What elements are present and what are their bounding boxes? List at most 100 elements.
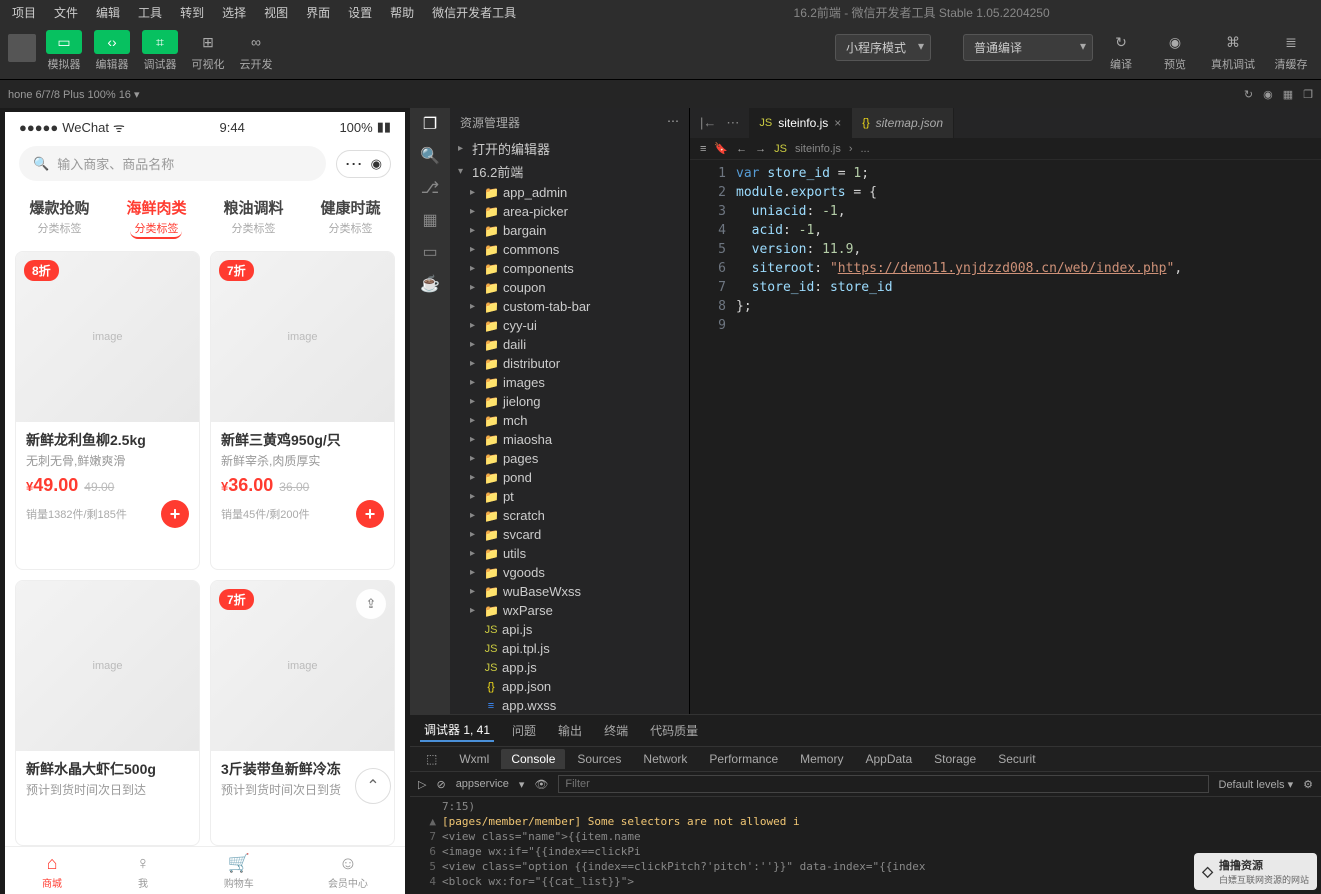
toolbar-button[interactable]: ∞云开发 (234, 28, 278, 74)
list-icon[interactable]: ≡ (700, 143, 706, 155)
devtools-panel[interactable]: Console (501, 749, 565, 769)
debug-icon[interactable]: ▭ (422, 242, 437, 262)
product-card[interactable]: 7折image⇪3斤装带鱼新鲜冷冻预计到货时间次日到货 (210, 580, 395, 846)
search-icon[interactable]: 🔍 (420, 146, 440, 166)
devtools-panel[interactable]: Memory (790, 749, 853, 769)
menu-item[interactable]: 视图 (256, 2, 296, 23)
devtools-panel[interactable]: AppData (855, 749, 922, 769)
tree-file[interactable]: JSapi.js (450, 620, 689, 639)
code-editor[interactable]: 123456789 var store_id = 1;module.export… (690, 160, 1321, 714)
tree-folder[interactable]: ▸📁images (450, 373, 689, 392)
search-input[interactable]: 🔍 输入商家、商品名称 (19, 146, 326, 181)
levels-dropdown[interactable]: Default levels ▾ (1219, 778, 1294, 791)
debugger-tab[interactable]: 输出 (554, 720, 586, 741)
tree-folder[interactable]: ▸📁coupon (450, 278, 689, 297)
product-card[interactable]: image新鲜水晶大虾仁500g预计到货时间次日到达 (15, 580, 200, 846)
tree-folder[interactable]: ▸📁bargain (450, 221, 689, 240)
menu-item[interactable]: 帮助 (382, 2, 422, 23)
tree-folder[interactable]: ▸📁custom-tab-bar (450, 297, 689, 316)
split-icon[interactable]: |← (700, 115, 716, 131)
debugger-tab[interactable]: 终端 (600, 720, 632, 741)
branch-icon[interactable]: ⎇ (421, 178, 439, 198)
menu-item[interactable]: 文件 (46, 2, 86, 23)
toolbar-button[interactable]: ⊞可视化 (186, 28, 230, 74)
tree-folder[interactable]: ▸📁cyy-ui (450, 316, 689, 335)
target-icon[interactable]: ◉ (371, 156, 382, 172)
devtools-panel[interactable]: Wxml (449, 749, 499, 769)
tree-folder[interactable]: ▸📁commons (450, 240, 689, 259)
devtools-panel[interactable]: Network (633, 749, 697, 769)
tree-folder[interactable]: ▸📁pages (450, 449, 689, 468)
menu-item[interactable]: 编辑 (88, 2, 128, 23)
toolbar-button[interactable]: ⌘真机调试 (1207, 28, 1259, 74)
toolbar-button[interactable]: ‹›编辑器 (90, 28, 134, 74)
tree-folder[interactable]: ▸📁wuBaseWxss (450, 582, 689, 601)
share-icon[interactable]: ⇪ (356, 589, 386, 619)
nav-back-icon[interactable]: ← (736, 143, 747, 155)
add-button[interactable]: + (356, 500, 384, 528)
toolbar-button[interactable]: ◉预览 (1153, 28, 1197, 74)
refresh-icon[interactable]: ↻ (1244, 88, 1253, 101)
debugger-tab[interactable]: 调试器 1, 41 (420, 719, 494, 742)
tree-folder[interactable]: ▸📁wxParse (450, 601, 689, 620)
explorer-icon[interactable]: ❐ (423, 114, 437, 134)
category-tab[interactable]: 健康时蔬分类标签 (320, 197, 380, 239)
toolbar-button[interactable]: ▭模拟器 (42, 28, 86, 74)
more-icon[interactable]: ⋯ (345, 155, 363, 173)
terminal-icon[interactable]: ☕ (420, 274, 440, 294)
menu-item[interactable]: 选择 (214, 2, 254, 23)
capsule[interactable]: ⋯ ◉ (336, 150, 391, 178)
grid-icon[interactable]: ▦ (1283, 88, 1293, 101)
menu-item[interactable]: 项目 (4, 2, 44, 23)
editor-tab[interactable]: JSsiteinfo.js× (749, 108, 852, 138)
tree-section[interactable]: ▸打开的编辑器 (450, 137, 689, 160)
tree-file[interactable]: JSapp.js (450, 658, 689, 677)
menu-item[interactable]: 工具 (130, 2, 170, 23)
tree-root[interactable]: ▾16.2前端 (450, 160, 689, 183)
devtools-panel[interactable]: Performance (699, 749, 788, 769)
tree-folder[interactable]: ▸📁area-picker (450, 202, 689, 221)
tree-folder[interactable]: ▸📁vgoods (450, 563, 689, 582)
scroll-top-button[interactable]: ⌃ (355, 768, 391, 804)
extensions-icon[interactable]: ▦ (422, 210, 437, 230)
bookmark-icon[interactable]: 🔖 (714, 142, 728, 155)
product-card[interactable]: 7折image新鲜三黄鸡950g/只新鲜宰杀,肉质厚实36.0036.00销量4… (210, 251, 395, 570)
product-card[interactable]: 8折image新鲜龙利鱼柳2.5kg无刺无骨,鲜嫩爽滑49.0049.00销量1… (15, 251, 200, 570)
context-dropdown[interactable]: appservice (456, 778, 509, 790)
tree-folder[interactable]: ▸📁mch (450, 411, 689, 430)
mode-dropdown[interactable]: 小程序模式 (835, 34, 931, 61)
record-icon[interactable]: ◉ (1263, 88, 1273, 101)
avatar[interactable] (8, 34, 36, 62)
tree-folder[interactable]: ▸📁utils (450, 544, 689, 563)
nav-item[interactable]: ⌂商城 (42, 853, 62, 890)
tree-folder[interactable]: ▸📁pt (450, 487, 689, 506)
nav-fwd-icon[interactable]: → (755, 143, 766, 155)
debugger-tab[interactable]: 代码质量 (646, 720, 702, 741)
toolbar-button[interactable]: ≣清缓存 (1269, 28, 1313, 74)
more-icon[interactable]: ⋯ (667, 114, 679, 131)
stop-icon[interactable]: ▷ (418, 778, 426, 791)
tree-folder[interactable]: ▸📁jielong (450, 392, 689, 411)
tree-folder[interactable]: ▸📁pond (450, 468, 689, 487)
tree-folder[interactable]: ▸📁app_admin (450, 183, 689, 202)
devtools-panel[interactable]: Storage (924, 749, 986, 769)
toolbar-button[interactable]: ↻编译 (1099, 28, 1143, 74)
tree-folder[interactable]: ▸📁distributor (450, 354, 689, 373)
settings-icon[interactable]: ⚙ (1303, 778, 1313, 791)
toolbar-button[interactable]: ⌗调试器 (138, 28, 182, 74)
tree-folder[interactable]: ▸📁miaosha (450, 430, 689, 449)
eye-icon[interactable]: 👁 (534, 778, 548, 791)
category-tab[interactable]: 粮油调料分类标签 (223, 197, 283, 239)
devtools-panel[interactable]: Sources (567, 749, 631, 769)
tree-folder[interactable]: ▸📁daili (450, 335, 689, 354)
nav-item[interactable]: 🛒购物车 (224, 853, 254, 890)
inspect-icon[interactable]: ⬚ (416, 749, 447, 769)
compile-dropdown[interactable]: 普通编译 (963, 34, 1093, 61)
device-label[interactable]: hone 6/7/8 Plus 100% 16 ▾ (8, 88, 140, 101)
window-icon[interactable]: ❐ (1303, 88, 1313, 101)
tree-folder[interactable]: ▸📁components (450, 259, 689, 278)
more-icon[interactable]: ⋯ (726, 115, 739, 131)
menu-item[interactable]: 设置 (340, 2, 380, 23)
menu-item[interactable]: 微信开发者工具 (424, 2, 524, 23)
debugger-tab[interactable]: 问题 (508, 720, 540, 741)
